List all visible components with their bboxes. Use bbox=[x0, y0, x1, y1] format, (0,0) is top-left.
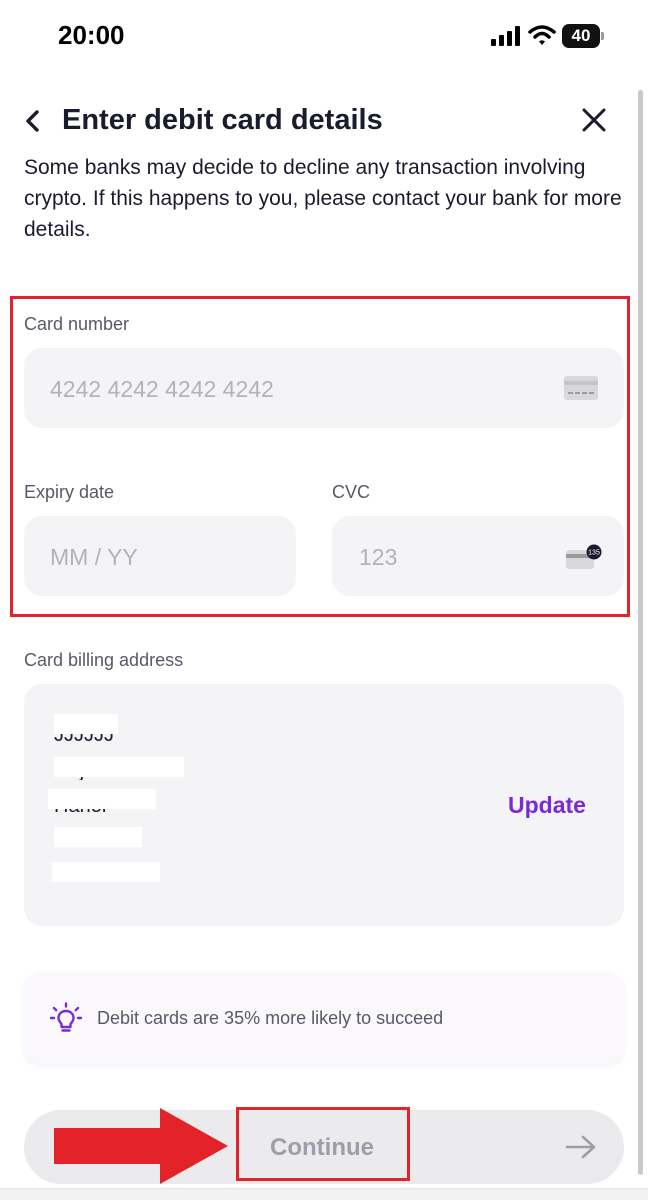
page-title: Enter debit card details bbox=[62, 104, 383, 136]
chevron-left-icon[interactable] bbox=[20, 106, 46, 136]
page-header: Enter debit card details bbox=[0, 96, 630, 146]
signal-icon bbox=[491, 26, 520, 46]
wifi-icon bbox=[528, 25, 556, 45]
redaction-mask bbox=[48, 789, 156, 809]
status-time: 20:00 bbox=[58, 20, 125, 50]
update-address-button[interactable]: Update bbox=[508, 792, 586, 819]
card-fields-highlight bbox=[10, 296, 630, 617]
billing-address-card: JJJJJJ Hajashna Hanoi 0000 Vietnam Updat… bbox=[24, 684, 624, 926]
pointer-arrow-icon bbox=[54, 1108, 228, 1184]
arrow-right-icon bbox=[565, 1135, 596, 1159]
redaction-mask bbox=[54, 757, 184, 777]
scrollbar[interactable] bbox=[638, 90, 643, 1175]
battery-indicator: 40 bbox=[562, 24, 604, 48]
close-icon[interactable] bbox=[578, 104, 610, 136]
redaction-mask bbox=[54, 714, 118, 734]
decline-notice: Some banks may decide to decline any tra… bbox=[24, 156, 622, 241]
tip-banner: Debit cards are 35% more likely to succe… bbox=[24, 972, 624, 1064]
billing-address-label: Card billing address bbox=[24, 650, 184, 670]
redaction-mask bbox=[54, 827, 142, 847]
tip-text: Debit cards are 35% more likely to succe… bbox=[97, 1008, 444, 1028]
continue-highlight bbox=[236, 1107, 410, 1181]
redaction-mask bbox=[52, 862, 160, 882]
bottom-edge bbox=[0, 1188, 648, 1200]
status-bar: 20:00 40 bbox=[0, 0, 648, 72]
battery-cap bbox=[601, 32, 604, 40]
battery-level: 40 bbox=[562, 24, 600, 48]
lightbulb-icon bbox=[50, 1002, 82, 1032]
